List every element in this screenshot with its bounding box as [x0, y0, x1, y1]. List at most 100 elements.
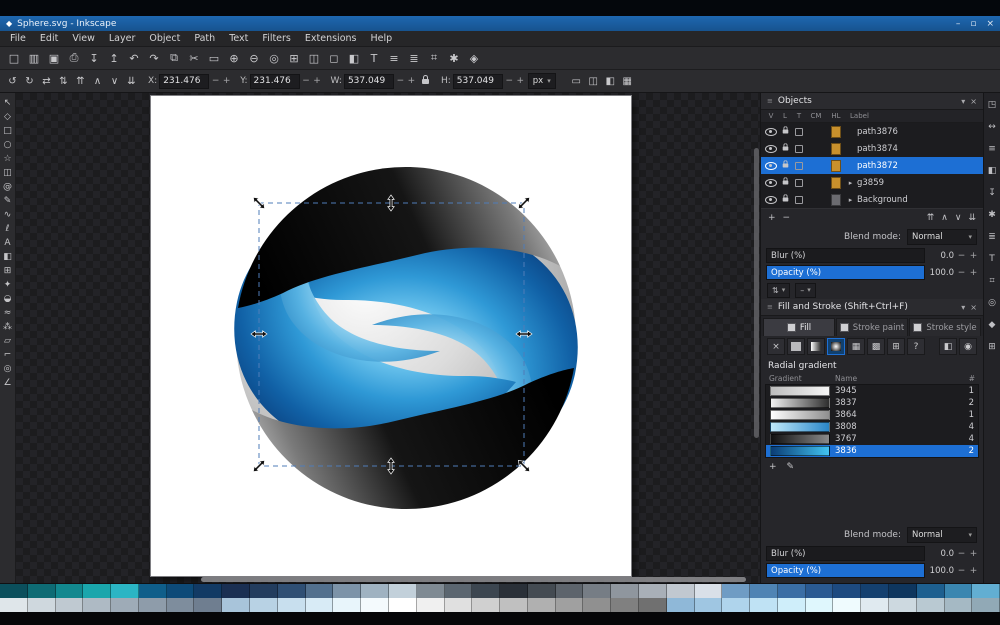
palette-swatch[interactable]: [695, 598, 723, 612]
palette-swatch[interactable]: [917, 598, 945, 612]
palette-swatch[interactable]: [194, 584, 222, 598]
palette-swatch[interactable]: [306, 598, 334, 612]
palette-swatch[interactable]: [0, 598, 28, 612]
titlebar[interactable]: ◆ Sphere.svg - Inkscape – ▫ ×: [0, 16, 1000, 31]
align-distribute-dialog-icon[interactable]: ≡: [986, 143, 998, 155]
y-input[interactable]: 231.476: [250, 74, 300, 89]
gradient-row[interactable]: 3767 4: [766, 433, 978, 445]
palette-swatch[interactable]: [83, 598, 111, 612]
fill-stroke-dialog-icon[interactable]: ◧: [986, 165, 998, 177]
group-icon[interactable]: ◫: [305, 50, 323, 67]
opacity-slider[interactable]: Opacity (%): [766, 265, 925, 280]
x-input[interactable]: 231.476: [159, 74, 209, 89]
palette-swatch[interactable]: [111, 584, 139, 598]
pencil-tool-icon[interactable]: ✎: [1, 194, 14, 207]
gradient-row[interactable]: 3836 2: [766, 445, 978, 457]
palette-swatch[interactable]: [445, 598, 473, 612]
tweak-tool-icon[interactable]: ≈: [1, 306, 14, 319]
find-dialog-icon[interactable]: ◎: [986, 297, 998, 309]
snap-toggle-icon[interactable]: ◈: [465, 50, 483, 67]
canvas-horizontal-scrollbar[interactable]: [201, 577, 746, 582]
menu-item[interactable]: Text: [222, 31, 255, 46]
preferences-icon[interactable]: ✱: [445, 50, 463, 67]
export-dialog-icon[interactable]: ↧: [986, 187, 998, 199]
blur-increment-button[interactable]: +: [969, 251, 978, 261]
lower-to-bottom-icon[interactable]: ⇊: [124, 74, 139, 89]
palette-swatch[interactable]: [472, 598, 500, 612]
palette-swatch[interactable]: [611, 598, 639, 612]
blend-mode-dropdown[interactable]: Normal ▾: [907, 229, 977, 245]
xml-editor-dialog-icon[interactable]: ⌗: [986, 275, 998, 287]
pattern-button[interactable]: ▦: [847, 338, 865, 355]
palette-swatch[interactable]: [56, 598, 84, 612]
palette-swatch[interactable]: [750, 598, 778, 612]
palette-swatch[interactable]: [417, 584, 445, 598]
minimize-button[interactable]: –: [956, 19, 961, 29]
palette-swatch[interactable]: [611, 584, 639, 598]
edit-gradient-button[interactable]: ✎: [787, 462, 795, 472]
fill-rule-nonzero-button[interactable]: ◉: [959, 338, 977, 355]
opacity-slider[interactable]: Opacity (%): [766, 563, 925, 578]
palette-swatch[interactable]: [861, 584, 889, 598]
height-input[interactable]: 537.049: [453, 74, 503, 89]
rectangle-tool-icon[interactable]: □: [1, 124, 14, 137]
raise-icon[interactable]: ∧: [90, 74, 105, 89]
palette-swatch[interactable]: [278, 584, 306, 598]
raise-button[interactable]: ∧: [941, 213, 948, 223]
new-document-icon[interactable]: □: [5, 50, 23, 67]
width-input[interactable]: 537.049: [344, 74, 394, 89]
gradient-row[interactable]: 3837 2: [766, 397, 978, 409]
panel-grip-icon[interactable]: ≡: [767, 97, 773, 105]
canvas-vertical-scrollbar[interactable]: [754, 148, 759, 438]
cut-icon[interactable]: ✂: [185, 50, 203, 67]
object-row[interactable]: path3876: [761, 123, 983, 140]
lock-icon[interactable]: [782, 198, 788, 202]
canvas[interactable]: [16, 93, 760, 583]
panel-collapse-icon[interactable]: ▾: [961, 97, 965, 106]
palette-swatch[interactable]: [583, 584, 611, 598]
palette-swatch[interactable]: [389, 584, 417, 598]
palette-swatch[interactable]: [639, 598, 667, 612]
lock-icon[interactable]: [782, 181, 788, 185]
menu-item[interactable]: Object: [142, 31, 187, 46]
lock-icon[interactable]: [782, 147, 788, 151]
menu-item[interactable]: Extensions: [298, 31, 364, 46]
palette-swatch[interactable]: [722, 584, 750, 598]
open-document-icon[interactable]: ▥: [25, 50, 43, 67]
visibility-eye-icon[interactable]: [765, 196, 777, 204]
raise-to-top-icon[interactable]: ⇈: [73, 74, 88, 89]
gradient-tool-icon[interactable]: ◧: [1, 250, 14, 263]
height-increment-button[interactable]: +: [516, 76, 525, 86]
ellipse-tool-icon[interactable]: ○: [1, 138, 14, 151]
gradient-row[interactable]: 3808 4: [766, 421, 978, 433]
connector-tool-icon[interactable]: ⌐: [1, 348, 14, 361]
panel-close-icon[interactable]: ×: [970, 303, 977, 312]
panel-close-icon[interactable]: ×: [970, 97, 977, 106]
document-properties-dialog-icon[interactable]: ✱: [986, 209, 998, 221]
no-paint-button[interactable]: ×: [767, 338, 785, 355]
palette-swatch[interactable]: [28, 584, 56, 598]
palette-swatch[interactable]: [889, 584, 917, 598]
scale-pattern-toggle-icon[interactable]: ▦: [620, 74, 635, 89]
menu-item[interactable]: Path: [187, 31, 222, 46]
zoom-page-icon[interactable]: ◎: [265, 50, 283, 67]
lower-icon[interactable]: ∨: [107, 74, 122, 89]
swatches-dialog-icon[interactable]: ⊞: [986, 341, 998, 353]
y-increment-button[interactable]: +: [313, 76, 322, 86]
selector-tool-icon[interactable]: ↖: [1, 96, 14, 109]
raise-to-top-button[interactable]: ⇈: [927, 213, 935, 223]
lock-icon[interactable]: [782, 164, 788, 168]
symbols-dialog-icon[interactable]: ◆: [986, 319, 998, 331]
palette-swatch[interactable]: [445, 584, 473, 598]
radial-gradient-button[interactable]: [827, 338, 845, 355]
height-decrement-button[interactable]: −: [505, 76, 514, 86]
palette-swatch[interactable]: [722, 598, 750, 612]
scale-stroke-toggle-icon[interactable]: ▭: [569, 74, 584, 89]
palette-swatch[interactable]: [361, 584, 389, 598]
palette-swatch[interactable]: [333, 598, 361, 612]
palette-swatch[interactable]: [972, 584, 1000, 598]
palette-swatch[interactable]: [972, 598, 1000, 612]
zoom-out-icon[interactable]: ⊖: [245, 50, 263, 67]
palette-swatch[interactable]: [528, 598, 556, 612]
opacity-increment-button[interactable]: +: [969, 268, 978, 278]
